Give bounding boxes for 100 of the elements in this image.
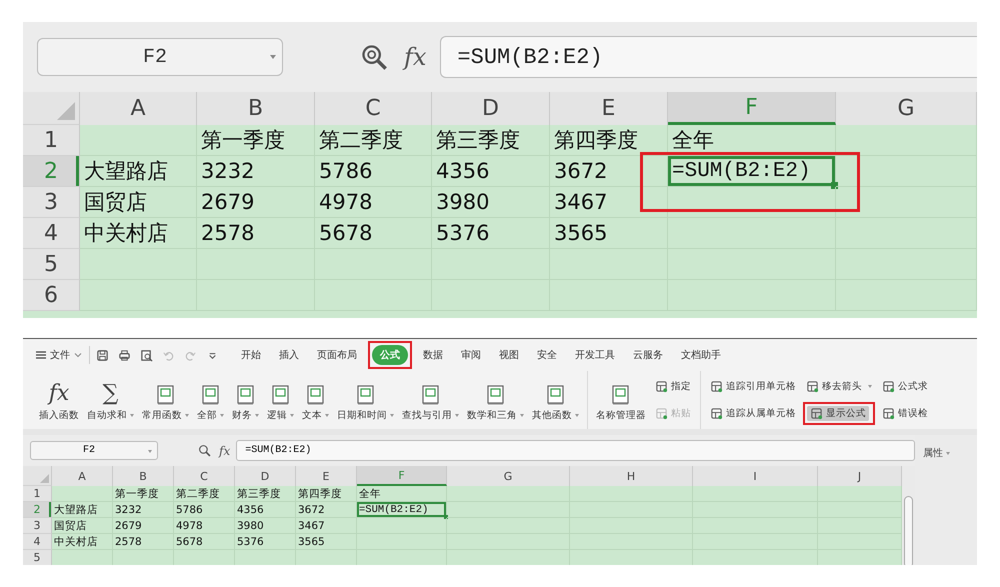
ribbon-button[interactable]: 查找与引用 (400, 376, 461, 424)
ribbon-button[interactable]: fx 插入函数 (37, 376, 81, 424)
table-cell[interactable] (836, 156, 977, 187)
table-cell[interactable] (836, 125, 977, 156)
print-preview-icon[interactable] (140, 348, 153, 362)
table-cell[interactable]: 3672 (296, 502, 357, 518)
formula-field[interactable]: =SUM(B2:E2) (440, 36, 977, 78)
column-header[interactable]: D (432, 92, 550, 125)
table-cell[interactable]: 5678 (315, 218, 432, 249)
column-header[interactable]: D (235, 466, 296, 486)
properties-button[interactable]: 属性 (923, 446, 950, 460)
column-header[interactable]: J (818, 466, 902, 486)
ribbon-tab[interactable]: 安全 (530, 345, 564, 365)
table-cell[interactable]: 第四季度 (550, 125, 668, 156)
table-cell[interactable] (836, 218, 977, 249)
table-cell[interactable]: 全年 (668, 125, 836, 156)
row-header[interactable]: 3 (23, 518, 52, 534)
table-cell[interactable]: 第二季度 (174, 486, 235, 502)
table-cell[interactable]: 大望路店 (80, 156, 197, 187)
fill-handle[interactable] (831, 182, 838, 189)
row-header[interactable]: 5 (23, 550, 52, 565)
search-icon[interactable] (198, 444, 211, 457)
table-cell[interactable]: 5678 (174, 534, 235, 550)
table-cell[interactable] (447, 502, 570, 518)
ribbon-button[interactable]: 其他函数 (530, 376, 581, 424)
table-cell[interactable]: 3565 (296, 534, 357, 550)
row-header[interactable]: 3 (23, 187, 80, 218)
ribbon-button[interactable]: 数学和三角 (465, 376, 526, 424)
function-button[interactable]: fx (404, 43, 426, 71)
table-cell[interactable] (52, 486, 113, 502)
column-header[interactable]: A (80, 92, 197, 125)
row-header[interactable]: 5 (23, 249, 80, 280)
table-cell[interactable] (80, 249, 197, 280)
ribbon-tab[interactable]: 审阅 (454, 345, 488, 365)
function-button[interactable]: fx (219, 444, 230, 458)
column-header[interactable]: B (197, 92, 315, 125)
table-cell[interactable] (836, 280, 977, 311)
column-header[interactable]: I (693, 466, 818, 486)
column-header[interactable]: C (315, 92, 432, 125)
ribbon-button[interactable]: 文本 (300, 376, 331, 424)
table-cell[interactable]: 第二季度 (315, 125, 432, 156)
column-header[interactable]: E (296, 466, 357, 486)
ribbon-tab[interactable]: 云服务 (626, 345, 670, 365)
table-cell[interactable]: 4978 (174, 518, 235, 534)
table-cell[interactable]: 5786 (174, 502, 235, 518)
ribbon-tab[interactable]: 插入 (272, 345, 306, 365)
table-cell[interactable]: 2679 (113, 518, 174, 534)
column-header[interactable]: G (836, 92, 977, 125)
table-cell[interactable]: 中关村店 (80, 218, 197, 249)
table-cell[interactable]: 3565 (550, 218, 668, 249)
table-cell[interactable]: 3467 (550, 187, 668, 218)
formula-field[interactable]: =SUM(B2:E2) (236, 440, 915, 461)
table-cell[interactable]: 第三季度 (432, 125, 550, 156)
column-header[interactable]: E (550, 92, 668, 125)
file-menu[interactable]: 文件 (35, 348, 83, 362)
name-box[interactable]: F2 (30, 441, 158, 460)
table-cell[interactable]: 3232 (197, 156, 315, 187)
table-cell[interactable]: 4356 (432, 156, 550, 187)
ribbon-button[interactable]: ∑ 自动求和 (85, 376, 136, 424)
table-cell[interactable]: 2679 (197, 187, 315, 218)
ribbon-button[interactable]: 显示公式 (807, 406, 869, 421)
table-cell[interactable]: 3980 (432, 187, 550, 218)
ribbon-button[interactable]: 公式求 (879, 379, 931, 394)
row-header[interactable]: 4 (23, 218, 80, 249)
table-cell[interactable]: 3672 (550, 156, 668, 187)
ribbon-button[interactable]: 追踪引用单元格 (707, 379, 799, 394)
table-cell[interactable]: 第一季度 (197, 125, 315, 156)
ribbon-button[interactable]: 指定 (652, 379, 694, 394)
table-cell[interactable] (836, 249, 977, 280)
column-header[interactable]: G (447, 466, 570, 486)
ribbon-tab[interactable]: 文档助手 (674, 345, 728, 365)
name-box[interactable]: F2 (37, 38, 283, 76)
search-icon[interactable] (360, 43, 388, 71)
table-cell[interactable]: 第一季度 (113, 486, 174, 502)
column-header[interactable]: B (113, 466, 174, 486)
table-cell[interactable] (80, 280, 197, 311)
ribbon-tab[interactable]: 页面布局 (310, 345, 364, 365)
ribbon-button[interactable]: 常用函数 (140, 376, 191, 424)
column-header[interactable]: A (52, 466, 113, 486)
row-header[interactable]: 4 (23, 534, 52, 550)
table-cell[interactable]: 2578 (197, 218, 315, 249)
ribbon-tab[interactable]: 视图 (492, 345, 526, 365)
ribbon-tab[interactable]: 数据 (416, 345, 450, 365)
ribbon-button[interactable]: 错误检 (879, 406, 931, 421)
ribbon-button[interactable]: 财务 (230, 376, 261, 424)
table-cell[interactable]: 3980 (235, 518, 296, 534)
table-cell[interactable]: 2578 (113, 534, 174, 550)
row-header[interactable]: 1 (23, 486, 52, 502)
select-all-icon[interactable] (40, 474, 49, 483)
column-header[interactable]: H (570, 466, 693, 486)
table-cell[interactable]: =SUM(B2:E2) (668, 156, 836, 187)
table-cell[interactable]: 国贸店 (52, 518, 113, 534)
vertical-scrollbar[interactable] (902, 466, 915, 565)
table-cell[interactable]: 中关村店 (52, 534, 113, 550)
table-cell[interactable]: 4356 (235, 502, 296, 518)
row-header[interactable]: 6 (23, 280, 80, 311)
ribbon-button[interactable]: 逻辑 (265, 376, 296, 424)
table-cell[interactable] (80, 125, 197, 156)
select-all-icon[interactable] (57, 102, 75, 120)
ribbon-tab[interactable]: 开始 (234, 345, 268, 365)
